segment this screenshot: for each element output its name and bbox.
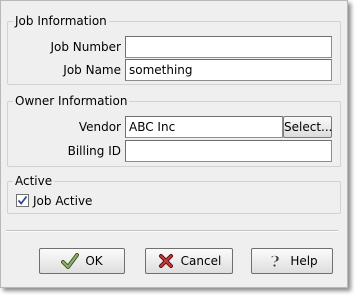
- ok-button[interactable]: OK: [39, 248, 125, 274]
- help-button[interactable]: ? Help: [251, 248, 333, 274]
- job-name-field[interactable]: something: [125, 59, 332, 81]
- cancel-button-label: Cancel: [180, 254, 222, 268]
- question-icon: ?: [266, 252, 284, 270]
- job-active-label[interactable]: Job Active: [33, 193, 92, 209]
- checkmark-icon: [61, 252, 80, 270]
- job-active-checkbox[interactable]: [16, 194, 29, 207]
- checkmark-icon: [17, 195, 28, 205]
- job-number-label: Job Number: [50, 40, 121, 54]
- dialog-window: Job Information Job Number Job Name some…: [0, 0, 348, 288]
- job-name-label: Job Name: [63, 63, 121, 77]
- svg-text:?: ?: [271, 252, 280, 270]
- x-icon: [157, 252, 175, 270]
- billing-id-field[interactable]: [125, 140, 332, 162]
- help-button-label: Help: [290, 254, 318, 268]
- job-information-legend: Job Information: [13, 13, 109, 29]
- vendor-label: Vendor: [78, 120, 121, 134]
- cancel-button[interactable]: Cancel: [145, 248, 233, 274]
- vendor-select-button[interactable]: Select...: [283, 116, 332, 138]
- vendor-field[interactable]: ABC Inc: [125, 116, 283, 138]
- billing-id-label: Billing ID: [67, 144, 121, 158]
- button-separator: [6, 230, 338, 232]
- job-number-field[interactable]: [125, 36, 332, 58]
- ok-button-label: OK: [85, 254, 103, 268]
- owner-information-legend: Owner Information: [13, 93, 130, 109]
- active-legend: Active: [13, 173, 55, 189]
